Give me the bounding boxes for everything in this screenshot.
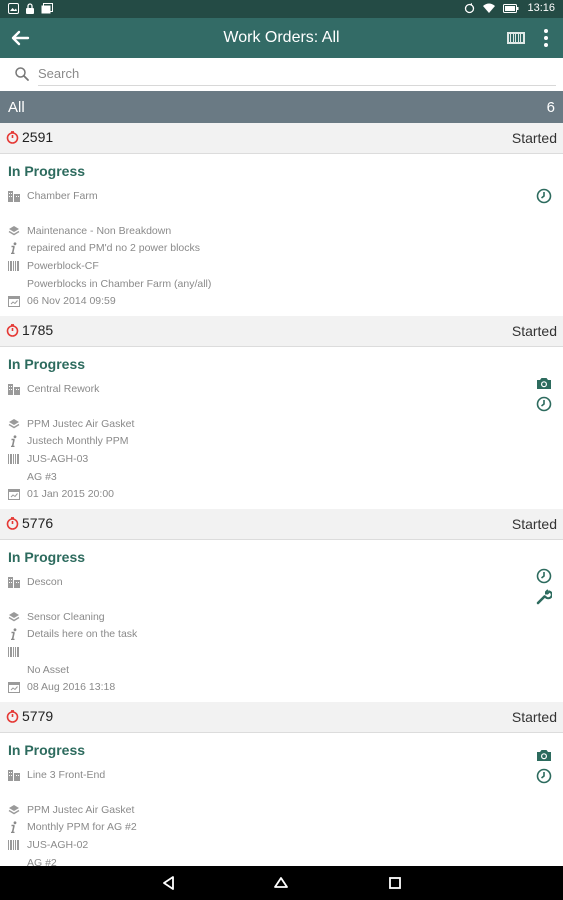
- work-order-state: In Progress: [8, 742, 86, 758]
- recents-nav-icon[interactable]: [386, 874, 404, 892]
- barcode-icon: [8, 647, 19, 657]
- date-text: 08 Aug 2016 13:18: [27, 681, 116, 693]
- work-order-list[interactable]: 2591 Started In Progress Chamber Farm Ma…: [0, 123, 563, 866]
- overflow-menu-icon[interactable]: [538, 26, 554, 50]
- work-order-state: In Progress: [8, 549, 86, 565]
- location-text: Chamber Farm: [27, 190, 98, 202]
- location-text: Line 3 Front-End: [27, 769, 106, 781]
- work-order-header[interactable]: 5779 Started: [0, 702, 563, 733]
- work-order-status: Started: [511, 130, 557, 146]
- camera-icon[interactable]: [536, 375, 552, 391]
- battery-icon: [503, 3, 519, 13]
- building-icon: [8, 770, 20, 781]
- type-text: Sensor Cleaning: [27, 611, 105, 623]
- asset-name-text: No Asset: [27, 664, 70, 676]
- info-icon: [11, 242, 17, 254]
- group-count: 6: [546, 99, 555, 116]
- asset-name-text: Powerblocks in Chamber Farm (any/all): [27, 278, 212, 290]
- work-order-header[interactable]: 5776 Started: [0, 509, 563, 540]
- type-text: PPM Justec Air Gasket: [27, 418, 135, 430]
- description-text: Details here on the task: [27, 628, 138, 640]
- notification-icons: [8, 3, 53, 14]
- date-text: 01 Jan 2015 20:00: [27, 488, 114, 500]
- wrench-icon[interactable]: [536, 589, 552, 605]
- timer-icon[interactable]: [536, 396, 552, 412]
- work-order-item[interactable]: 2591 Started In Progress Chamber Farm Ma…: [0, 123, 563, 316]
- timer-red-icon: [6, 710, 19, 723]
- description-text: Monthly PPM for AG #2: [27, 821, 137, 833]
- location-text: Descon: [27, 576, 63, 588]
- timer-icon[interactable]: [536, 568, 552, 584]
- type-text: Maintenance - Non Breakdown: [27, 225, 172, 237]
- asset-code-text: Powerblock-CF: [27, 260, 99, 272]
- asset-code-text: JUS-AGH-03: [27, 453, 89, 465]
- back-nav-icon[interactable]: [160, 874, 178, 892]
- description-text: Justech Monthly PPM: [27, 435, 129, 447]
- camera-icon[interactable]: [536, 747, 552, 763]
- location-text: Central Rework: [27, 383, 100, 395]
- timer-red-icon: [6, 324, 19, 337]
- work-order-number: 5776: [22, 515, 54, 531]
- type-text: PPM Justec Air Gasket: [27, 804, 135, 816]
- page-title: Work Orders: All: [223, 29, 340, 46]
- wifi-icon: [483, 3, 496, 13]
- info-icon: [11, 821, 17, 833]
- calendar-icon: [8, 296, 20, 307]
- layers-icon: [8, 805, 20, 815]
- timer-red-icon: [6, 131, 19, 144]
- photos-icon: [41, 3, 53, 14]
- info-icon: [11, 628, 17, 640]
- rotation-icon: [465, 2, 475, 13]
- work-order-state: In Progress: [8, 356, 86, 372]
- building-icon: [8, 191, 20, 202]
- work-order-number: 2591: [22, 129, 54, 145]
- layers-icon: [8, 612, 20, 622]
- work-order-header[interactable]: 2591 Started: [0, 123, 563, 154]
- app-bar: Work Orders: All: [0, 18, 563, 58]
- timer-icon[interactable]: [536, 188, 552, 204]
- search-bar: [0, 58, 563, 90]
- layers-icon: [8, 419, 20, 429]
- barcode-icon: [8, 261, 19, 271]
- work-order-item[interactable]: 5776 Started In Progress Descon Sensor C…: [0, 509, 563, 702]
- search-input[interactable]: [38, 62, 556, 86]
- group-header[interactable]: All 6: [0, 91, 563, 123]
- work-order-item[interactable]: 1785 Started In Progress Central Rework …: [0, 316, 563, 509]
- date-text: 06 Nov 2014 09:59: [27, 295, 116, 307]
- calendar-icon: [8, 682, 20, 693]
- calendar-icon: [8, 489, 20, 500]
- layers-icon: [8, 226, 20, 236]
- group-label: All: [8, 99, 25, 116]
- building-icon: [8, 577, 20, 588]
- timer-red-icon: [6, 517, 19, 530]
- work-order-state: In Progress: [8, 163, 86, 179]
- asset-name-text: AG #2: [27, 857, 57, 866]
- barcode-icon: [8, 454, 19, 464]
- info-icon: [11, 435, 17, 447]
- work-order-status: Started: [511, 516, 557, 532]
- work-order-header[interactable]: 1785 Started: [0, 316, 563, 347]
- work-order-status: Started: [511, 709, 557, 725]
- work-order-status: Started: [511, 323, 557, 339]
- status-bar: 13:16: [0, 0, 563, 18]
- search-icon: [15, 67, 29, 81]
- asset-code-text: JUS-AGH-02: [27, 839, 89, 851]
- gallery-icon: [8, 3, 19, 14]
- description-text: repaired and PM'd no 2 power blocks: [27, 242, 201, 254]
- home-nav-icon[interactable]: [272, 874, 290, 892]
- clock-time: 13:16: [527, 2, 555, 14]
- barcode-scan-icon[interactable]: [506, 30, 526, 46]
- building-icon: [8, 384, 20, 395]
- work-order-number: 5779: [22, 708, 54, 724]
- work-order-number: 1785: [22, 322, 54, 338]
- work-order-item[interactable]: 5779 Started In Progress Line 3 Front-En…: [0, 702, 563, 866]
- system-navigation-bar: [0, 866, 563, 900]
- timer-icon[interactable]: [536, 768, 552, 784]
- asset-name-text: AG #3: [27, 471, 57, 483]
- lock-icon: [26, 3, 34, 14]
- barcode-icon: [8, 840, 19, 850]
